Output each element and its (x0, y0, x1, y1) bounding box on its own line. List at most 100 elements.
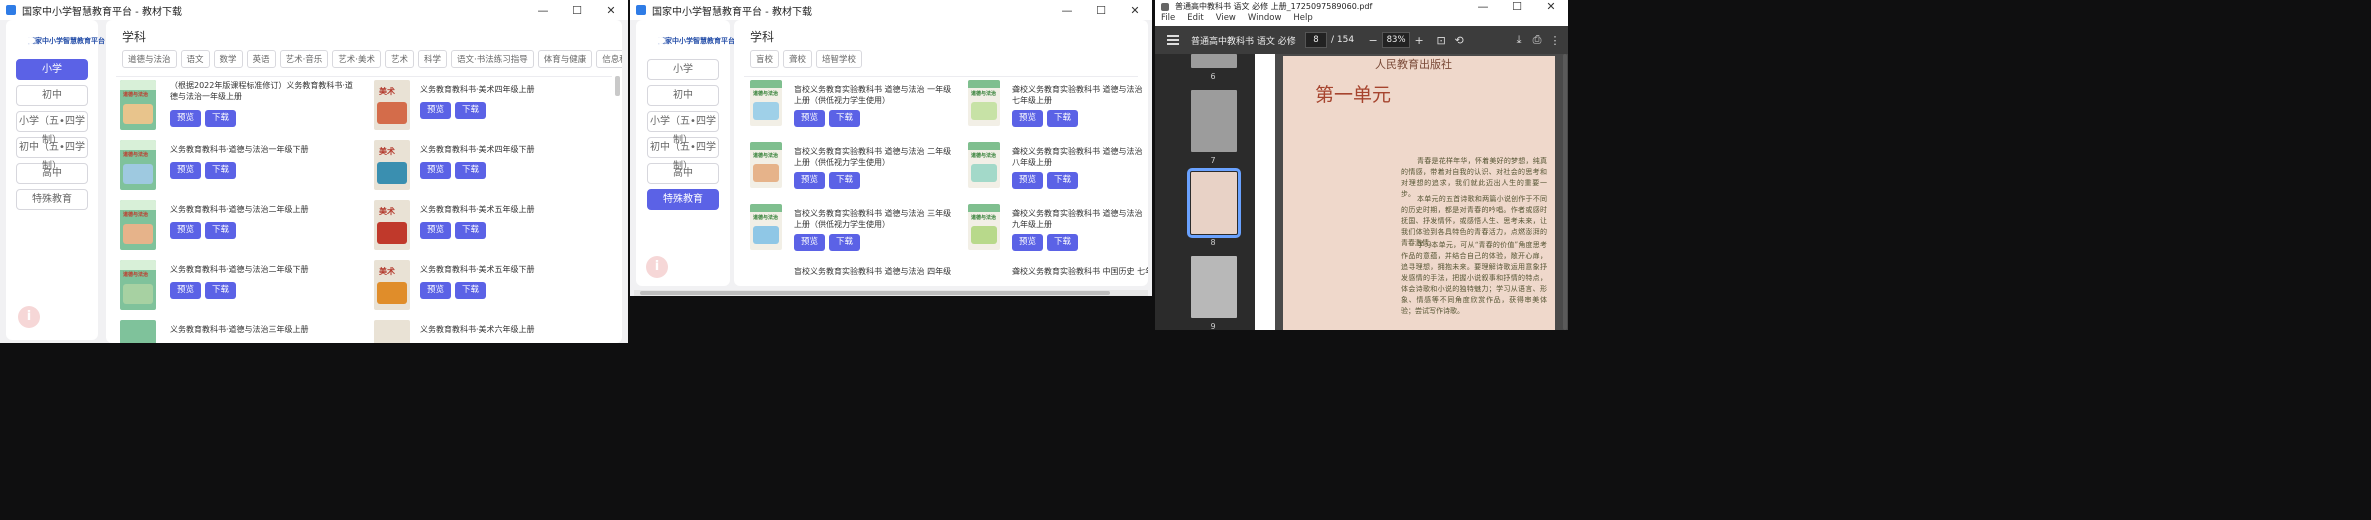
level-button-primary[interactable]: 小学 (647, 59, 719, 80)
window-2-titlebar[interactable]: 国家中小学智慧教育平台 - 教材下载 — ☐ ✕ (630, 0, 1152, 20)
level-button-special[interactable]: 特殊教育 (16, 189, 88, 210)
level-button-special[interactable]: 特殊教育 (647, 189, 719, 210)
preview-button[interactable]: 预览 (170, 162, 202, 179)
subject-tag[interactable]: 道德与法治 (122, 50, 177, 68)
level-button-junior[interactable]: 初中 (16, 85, 88, 106)
zoom-out-icon[interactable]: − (1364, 34, 1382, 47)
book-cover[interactable] (120, 320, 156, 343)
subject-tag[interactable]: 艺术·美术 (332, 50, 381, 68)
close-icon[interactable]: ✕ (594, 0, 628, 20)
page-thumbnail-selected[interactable] (1187, 168, 1241, 238)
level-button-junior[interactable]: 初中 (647, 85, 719, 106)
book-cover[interactable]: 道德与法治 (968, 80, 1000, 126)
book-cover[interactable]: 道德与法治 (750, 80, 782, 126)
horizontal-scrollbar[interactable] (634, 290, 1148, 296)
close-icon[interactable]: ✕ (1118, 0, 1152, 20)
preview-button[interactable]: 预览 (420, 282, 452, 299)
download-button[interactable]: 下载 (455, 162, 487, 179)
subject-tag[interactable]: 语文·书法练习指导 (451, 50, 534, 68)
download-button[interactable]: 下载 (455, 102, 487, 119)
subject-tag[interactable]: 信息科技 (596, 50, 622, 68)
page-number-input[interactable]: 8 (1305, 32, 1327, 48)
subject-tag[interactable]: 培智学校 (816, 50, 863, 68)
download-button[interactable]: 下载 (1047, 110, 1079, 127)
maximize-icon[interactable]: ☐ (560, 0, 594, 20)
download-button[interactable]: 下载 (455, 282, 487, 299)
level-button-junior-54[interactable]: 初中（五•四学制） (16, 137, 88, 172)
book-cover[interactable]: 美术 (374, 80, 410, 130)
book-cover[interactable]: 道德与法治 (750, 204, 782, 250)
preview-button[interactable]: 预览 (170, 110, 202, 127)
download-button[interactable]: 下载 (205, 222, 237, 239)
subject-tag[interactable]: 科学 (417, 50, 447, 68)
close-icon[interactable]: ✕ (1534, 0, 1568, 13)
content-scrollbar[interactable] (615, 76, 620, 96)
book-cover[interactable]: 道德与法治 (120, 260, 156, 310)
menu-edit[interactable]: Edit (1187, 13, 1203, 26)
preview-button[interactable]: 预览 (1012, 110, 1044, 127)
info-icon[interactable]: i (18, 306, 40, 328)
zoom-level[interactable]: 83% (1382, 32, 1411, 48)
minimize-icon[interactable]: — (1466, 0, 1500, 13)
book-cover[interactable]: 道德与法治 (120, 80, 156, 130)
subject-tag[interactable]: 数学 (213, 50, 243, 68)
preview-button[interactable]: 预览 (794, 172, 826, 189)
book-cover[interactable] (374, 320, 410, 343)
download-button[interactable]: 下载 (205, 282, 237, 299)
book-cover[interactable]: 美术 (374, 260, 410, 310)
level-button-primary-54[interactable]: 小学（五•四学制） (647, 111, 719, 146)
fit-page-icon[interactable]: ⊡ (1432, 34, 1450, 47)
window-1-titlebar[interactable]: 国家中小学智慧教育平台 - 教材下载 — ☐ ✕ (0, 0, 628, 20)
level-button-senior[interactable]: 高中 (647, 163, 719, 184)
book-cover[interactable]: 道德与法治 (120, 140, 156, 190)
preview-button[interactable]: 预览 (420, 222, 452, 239)
preview-button[interactable]: 预览 (1012, 234, 1044, 251)
preview-button[interactable]: 预览 (1012, 172, 1044, 189)
page-thumbnail[interactable] (1191, 90, 1237, 152)
download-button[interactable]: 下载 (1047, 234, 1079, 251)
more-options-icon[interactable]: ⋮ (1546, 34, 1564, 47)
subject-tag[interactable]: 体育与健康 (537, 50, 593, 68)
pdf-scrollbar[interactable] (1563, 54, 1567, 330)
subject-tag[interactable]: 艺术 (384, 50, 414, 68)
subject-tag[interactable]: 盲校 (750, 50, 780, 68)
menu-file[interactable]: File (1161, 13, 1175, 26)
maximize-icon[interactable]: ☐ (1084, 0, 1118, 20)
subject-tag[interactable]: 英语 (246, 50, 276, 68)
zoom-in-icon[interactable]: + (1410, 34, 1428, 47)
level-button-junior-54[interactable]: 初中（五•四学制） (647, 137, 719, 172)
level-button-senior[interactable]: 高中 (16, 163, 88, 184)
book-cover[interactable]: 道德与法治 (968, 204, 1000, 250)
info-icon[interactable]: i (646, 256, 668, 278)
preview-button[interactable]: 预览 (170, 222, 202, 239)
download-button[interactable]: 下载 (1047, 172, 1079, 189)
menu-view[interactable]: View (1216, 13, 1236, 26)
subject-tag[interactable]: 聋校 (783, 50, 813, 68)
pdf-titlebar[interactable]: 普通高中教科书 语文 必修 上册_1725097589060.pdf — ☐ ✕ (1155, 0, 1568, 13)
menu-window[interactable]: Window (1248, 13, 1282, 26)
download-button[interactable]: 下载 (829, 110, 861, 127)
minimize-icon[interactable]: — (1050, 0, 1084, 20)
preview-button[interactable]: 预览 (794, 110, 826, 127)
download-icon[interactable]: ⤓ (1510, 33, 1528, 47)
book-cover[interactable]: 美术 (374, 140, 410, 190)
download-button[interactable]: 下载 (205, 110, 237, 127)
minimize-icon[interactable]: — (526, 0, 560, 20)
level-button-primary-54[interactable]: 小学（五•四学制） (16, 111, 88, 146)
download-button[interactable]: 下载 (829, 234, 861, 251)
preview-button[interactable]: 预览 (170, 282, 202, 299)
rotate-icon[interactable]: ⟲ (1450, 34, 1468, 47)
page-thumbnail[interactable] (1191, 256, 1237, 318)
book-cover[interactable]: 道德与法治 (750, 142, 782, 188)
preview-button[interactable]: 预览 (420, 162, 452, 179)
print-icon[interactable]: ⎙ (1528, 33, 1546, 47)
level-button-primary[interactable]: 小学 (16, 59, 88, 80)
subject-tag[interactable]: 艺术·音乐 (279, 50, 329, 68)
menu-help[interactable]: Help (1293, 13, 1312, 26)
download-button[interactable]: 下载 (829, 172, 861, 189)
subject-tag[interactable]: 语文 (180, 50, 210, 68)
preview-button[interactable]: 预览 (420, 102, 452, 119)
download-button[interactable]: 下载 (205, 162, 237, 179)
book-cover[interactable]: 道德与法治 (968, 142, 1000, 188)
book-cover[interactable]: 道德与法治 (120, 200, 156, 250)
